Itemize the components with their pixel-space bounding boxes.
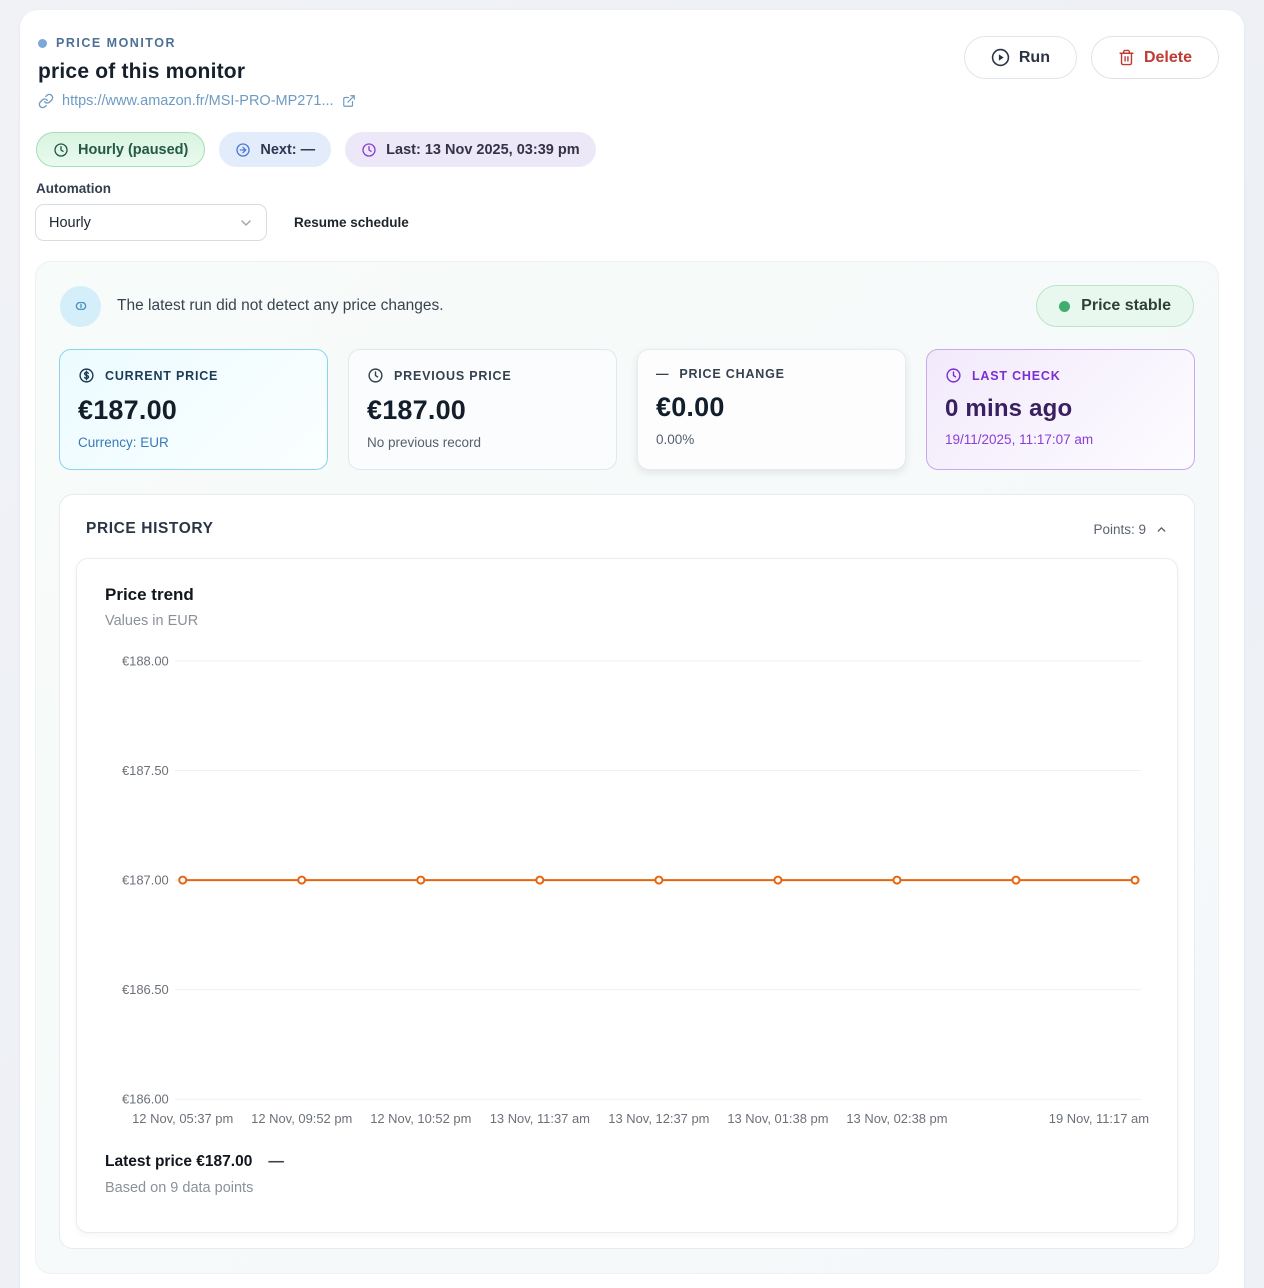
monitor-url-link[interactable]: https://www.amazon.fr/MSI-PRO-MP271... xyxy=(62,93,334,109)
delete-button[interactable]: Delete xyxy=(1091,36,1219,79)
price-history-title: PRICE HISTORY xyxy=(86,520,214,538)
svg-text:19 Nov, 11:17 am: 19 Nov, 11:17 am xyxy=(1049,1111,1149,1126)
svg-text:13 Nov, 11:37 am: 13 Nov, 11:37 am xyxy=(490,1111,590,1126)
svg-text:13 Nov, 12:37 pm: 13 Nov, 12:37 pm xyxy=(608,1111,709,1126)
chart-subtitle: Values in EUR xyxy=(105,613,1149,629)
price-change-card: — PRICE CHANGE €0.00 0.00% xyxy=(637,349,906,470)
svg-text:€187.00: €187.00 xyxy=(122,873,169,888)
svg-text:13 Nov, 01:38 pm: 13 Nov, 01:38 pm xyxy=(727,1111,828,1126)
monitor-card: PRICE MONITOR price of this monitor http… xyxy=(20,10,1244,1288)
eyebrow-label: PRICE MONITOR xyxy=(56,36,176,50)
svg-text:12 Nov, 05:37 pm: 12 Nov, 05:37 pm xyxy=(132,1111,233,1126)
svg-text:€188.00: €188.00 xyxy=(122,653,169,668)
delete-button-label: Delete xyxy=(1144,49,1192,67)
previous-price-card: PREVIOUS PRICE €187.00 No previous recor… xyxy=(348,349,617,470)
price-change-label: PRICE CHANGE xyxy=(679,367,784,381)
automation-label: Automation xyxy=(36,181,1219,196)
run-button-label: Run xyxy=(1019,49,1050,67)
price-history-section: PRICE HISTORY Points: 9 Price trend Valu… xyxy=(59,494,1195,1249)
clock-icon xyxy=(367,367,384,384)
clock-icon xyxy=(53,142,69,158)
eyebrow: PRICE MONITOR xyxy=(38,36,356,50)
dollar-circle-icon xyxy=(78,367,95,384)
chevron-up-icon xyxy=(1155,523,1168,536)
current-price-label: CURRENT PRICE xyxy=(105,369,218,383)
stat-cards: CURRENT PRICE €187.00 Currency: EUR PREV… xyxy=(59,349,1195,470)
last-check-card: LAST CHECK 0 mins ago 19/11/2025, 11:17:… xyxy=(926,349,1195,470)
resume-schedule-button[interactable]: Resume schedule xyxy=(294,215,409,230)
price-trend-card: Price trend Values in EUR €188.00 €187.50… xyxy=(76,558,1178,1233)
clock-icon xyxy=(945,367,962,384)
last-run-badge: Last: 13 Nov 2025, 03:39 pm xyxy=(345,132,595,167)
svg-text:13 Nov, 02:38 pm: 13 Nov, 02:38 pm xyxy=(846,1111,947,1126)
external-link-icon[interactable] xyxy=(342,94,356,108)
svg-text:€186.50: €186.50 xyxy=(122,982,169,997)
price-tag-icon xyxy=(60,286,101,327)
chart-area: €188.00 €187.50 €187.00 €186.50 €186.00 12 No… xyxy=(105,643,1149,1143)
next-run-badge: Next: — xyxy=(219,132,331,167)
price-trend-chart: €188.00 €187.50 €187.00 €186.50 €186.00 12 No… xyxy=(105,643,1149,1143)
previous-price-note: No previous record xyxy=(367,435,598,450)
price-change-percent: 0.00% xyxy=(656,432,887,447)
arrow-right-circle-icon xyxy=(235,142,251,158)
price-change-value: €0.00 xyxy=(656,392,887,423)
chart-title: Price trend xyxy=(105,585,1149,605)
run-button[interactable]: Run xyxy=(964,36,1077,79)
price-stable-badge: Price stable xyxy=(1036,285,1194,327)
dash-icon: — xyxy=(656,367,669,381)
monitor-url-row: https://www.amazon.fr/MSI-PRO-MP271... xyxy=(38,93,356,109)
chevron-down-icon xyxy=(238,215,254,231)
last-check-timestamp: 19/11/2025, 11:17:07 am xyxy=(945,432,1176,447)
points-collapse-toggle[interactable]: Points: 9 xyxy=(1093,522,1168,537)
status-dot-icon xyxy=(1059,301,1070,312)
last-check-label: LAST CHECK xyxy=(972,369,1061,383)
clock-icon xyxy=(361,142,377,158)
current-price-currency: Currency: EUR xyxy=(78,435,309,450)
last-check-value: 0 mins ago xyxy=(945,395,1176,423)
last-run-label: Last: 13 Nov 2025, 03:39 pm xyxy=(386,142,579,158)
schedule-badges: Hourly (paused) Next: — Last: 13 Nov 202… xyxy=(36,132,1219,167)
price-stable-label: Price stable xyxy=(1081,297,1171,315)
schedule-status-label: Hourly (paused) xyxy=(78,142,188,158)
header-actions: Run Delete xyxy=(964,36,1219,79)
svg-text:12 Nov, 10:52 pm: 12 Nov, 10:52 pm xyxy=(370,1111,471,1126)
header-left: PRICE MONITOR price of this monitor http… xyxy=(35,36,356,109)
svg-text:12 Nov, 09:52 pm: 12 Nov, 09:52 pm xyxy=(251,1111,352,1126)
current-price-card: CURRENT PRICE €187.00 Currency: EUR xyxy=(59,349,328,470)
status-banner-left: The latest run did not detect any price … xyxy=(60,286,444,327)
monitor-dot-icon xyxy=(38,39,47,48)
trend-flat-icon: — xyxy=(268,1153,284,1171)
link-icon xyxy=(38,93,54,109)
page-title: price of this monitor xyxy=(38,60,356,84)
automation-frequency-select[interactable]: Hourly xyxy=(35,204,267,241)
status-message: The latest run did not detect any price … xyxy=(117,297,444,315)
data-points-note: Based on 9 data points xyxy=(105,1180,1149,1196)
svg-text:€187.50: €187.50 xyxy=(122,763,169,778)
play-circle-icon xyxy=(991,48,1010,67)
automation-frequency-value: Hourly xyxy=(49,215,91,231)
current-price-value: €187.00 xyxy=(78,395,309,426)
schedule-status-badge: Hourly (paused) xyxy=(36,132,205,167)
next-run-label: Next: — xyxy=(260,142,315,158)
chart-footer: Latest price €187.00 — Based on 9 data p… xyxy=(105,1153,1149,1196)
previous-price-value: €187.00 xyxy=(367,395,598,426)
svg-text:€186.00: €186.00 xyxy=(122,1092,169,1107)
points-count-label: Points: 9 xyxy=(1093,522,1146,537)
trash-icon xyxy=(1118,49,1135,66)
header: PRICE MONITOR price of this monitor http… xyxy=(35,36,1219,109)
price-history-header: PRICE HISTORY Points: 9 xyxy=(76,512,1178,558)
status-panel: The latest run did not detect any price … xyxy=(35,261,1219,1274)
status-banner: The latest run did not detect any price … xyxy=(59,283,1195,347)
previous-price-label: PREVIOUS PRICE xyxy=(394,369,511,383)
automation-row: Hourly Resume schedule xyxy=(35,204,1219,241)
latest-price-label: Latest price €187.00 xyxy=(105,1153,252,1171)
